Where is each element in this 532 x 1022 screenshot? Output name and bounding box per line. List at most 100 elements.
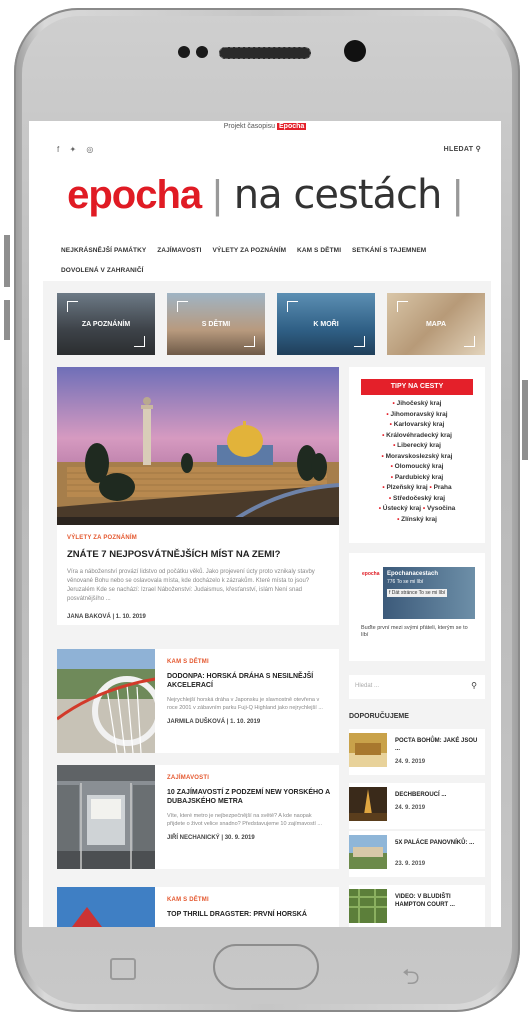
menu-item[interactable]: KAM S DĚTMI [297,247,341,254]
article-title[interactable]: DODONPA: HORSKÁ DRÁHA S NESILNĚJŠÍ AKCEL… [167,672,331,690]
article-card[interactable]: KAM S DĚTMI TOP THRILL DRAGSTER: PRVNÍ H… [57,887,339,927]
menu-item[interactable]: DOVOLENÁ V ZAHRANIČÍ [61,267,144,274]
article-category[interactable]: ZAJÍMAVOSTI [167,775,331,781]
article-date: 1. 10. 2019 [115,614,146,620]
search-icon[interactable]: ⚲ [471,681,477,690]
sensor-dot [178,46,190,58]
region-link[interactable]: Moravskoslezský kraj [386,453,453,460]
category-tile[interactable]: K MOŘI [277,293,375,355]
search-icon: ⚲ [475,146,481,153]
menu-item[interactable]: ZAJÍMAVOSTI [157,247,201,254]
recommended-thumbnail[interactable] [349,733,387,767]
region-link[interactable]: Jihočeský kraj [397,400,442,407]
recommended-thumbnail[interactable] [349,889,387,923]
article-title[interactable]: TOP THRILL DRAGSTER: PRVNÍ HORSKÁ [167,910,331,919]
article-thumbnail[interactable] [57,765,155,869]
category-tile[interactable]: ZA POZNÁNÍM [57,293,155,355]
twitter-icon[interactable]: ✦ [69,145,76,154]
recommended-title[interactable]: VIDEO: V BLUDIŠTI HAMPTON COURT ... [395,893,481,909]
recommended-date: 23. 9. 2019 [395,861,426,867]
featured-image[interactable] [57,367,339,525]
search-link[interactable]: HLEDAT ⚲ [444,145,481,153]
article-excerpt: Nejrychlejší horská dráha v Japonsku je … [167,697,323,711]
article-text: KAM S DĚTMI DODONPA: HORSKÁ DRÁHA S NESI… [167,659,331,725]
article-category[interactable]: VÝLETY ZA POZNÁNÍM [67,535,329,541]
article-text: ZAJÍMAVOSTI 10 ZAJÍMAVOSTÍ Z PODZEMÍ NEW… [167,775,331,841]
instagram-icon[interactable]: ◎ [86,145,93,154]
article-excerpt: Víra a náboženství provází lidstvo od po… [67,569,315,602]
region-link[interactable]: Středočeský kraj [393,495,445,502]
search-input[interactable]: Hledat ... [355,683,379,689]
facebook-icon[interactable]: f [57,145,59,154]
article-thumbnail[interactable] [57,649,155,753]
article-meta: JANA BAKOVÁ | 1. 10. 2019 [67,614,146,620]
region-link[interactable]: Olomoucký kraj [395,463,444,470]
tips-widget: TIPY NA CESTY • Jihočeský kraj • Jihomor… [349,367,485,543]
article-category[interactable]: KAM S DĚTMI [167,659,331,665]
fb-likes: 776 To se mi líbí [387,579,424,585]
promo-banner[interactable]: Projekt časopisu Epocha [29,123,501,133]
fb-note: Buďte první mezi svými přáteli, kterým s… [361,625,468,638]
region-link[interactable]: Jihomoravský kraj [391,411,448,418]
article-title[interactable]: ZNÁTE 7 NEJPOSVÁTNĚJŠÍCH MÍST NA ZEMI? [67,549,329,560]
menu-item[interactable]: SETKÁNÍ S TAJEMNEM [352,247,426,254]
fb-page-name[interactable]: Epochanacestach [387,571,438,577]
menu-item[interactable]: VÝLETY ZA POZNÁNÍM [212,247,286,254]
power-button[interactable] [522,380,528,460]
fb-like-icon: f [389,590,391,596]
article-category[interactable]: KAM S DĚTMI [167,897,331,903]
recommended-item[interactable]: 5X PALÁCE PANOVNÍKŮ: ... 23. 9. 2019 [349,831,485,877]
home-button[interactable] [213,944,319,990]
top-bar: f ✦ ◎ HLEDAT ⚲ [57,145,481,155]
category-tile[interactable]: MAPA [387,293,485,355]
fb-cover[interactable]: epocha Epochanacestach 776 To se mi líbí… [361,567,475,619]
recommended-thumbnail[interactable] [349,787,387,821]
article-author[interactable]: JIŘÍ NECHANICKÝ [167,835,220,841]
sidebar-search[interactable]: Hledat ... ⚲ [349,675,485,699]
region-link[interactable]: Karlovarský kraj [394,421,445,428]
article-date: 30. 9. 2019 [224,835,255,841]
fb-like-button[interactable]: f Dát stránce To se mi líbí [387,589,448,597]
back-icon[interactable]: ⮌ [402,960,420,998]
article-author[interactable]: JANA BAKOVÁ [67,614,111,620]
social-links: f ✦ ◎ [57,145,101,154]
region-link[interactable]: Zlínský kraj [401,516,437,523]
fb-logo: epocha [362,571,380,577]
region-link[interactable]: Pardubický kraj [395,474,443,481]
main-content: ZA POZNÁNÍM S DĚTMI K MOŘI MAPA VÝLETY Z… [43,281,491,927]
recent-apps-icon[interactable] [110,958,136,980]
region-link[interactable]: Vysočina [427,505,455,512]
featured-article[interactable]: VÝLETY ZA POZNÁNÍM ZNÁTE 7 NEJPOSVÁTNĚJŠ… [57,367,339,625]
logo-divider: | [452,173,463,217]
recommended-title[interactable]: 5X PALÁCE PANOVNÍKŮ: ... [395,839,481,847]
region-link[interactable]: Plzeňský kraj [386,484,427,491]
browser-screen: Projekt časopisu Epocha f ✦ ◎ HLEDAT ⚲ e… [29,121,501,927]
article-title[interactable]: 10 ZAJÍMAVOSTÍ Z PODZEMÍ NEW YORSKÉHO A … [167,788,331,806]
category-tile[interactable]: S DĚTMI [167,293,265,355]
recommended-title[interactable]: DECHBEROUCÍ ... [395,791,481,799]
menu-item[interactable]: NEJKRÁSNĚJŠÍ PAMÁTKY [61,247,146,254]
region-link[interactable]: Liberecký kraj [397,442,441,449]
site-logo[interactable]: epocha | na cestách | [29,171,501,219]
volume-button[interactable] [4,235,10,287]
recommended-item[interactable]: VIDEO: V BLUDIŠTI HAMPTON COURT ... [349,885,485,927]
recommended-date: 24. 9. 2019 [395,805,426,811]
article-author[interactable]: JARMILA DUŠKOVÁ [167,719,225,725]
article-thumbnail[interactable] [57,887,155,927]
article-card[interactable]: ZAJÍMAVOSTI 10 ZAJÍMAVOSTÍ Z PODZEMÍ NEW… [57,765,339,869]
region-link[interactable]: Ústecký kraj [383,505,421,512]
bixby-button[interactable] [4,300,10,340]
logo-divider: | [212,173,223,217]
promo-text: Projekt časopisu [223,123,276,130]
recommended-item[interactable]: POCTA BOHŮM: JAKÉ JSOU ... 24. 9. 2019 [349,729,485,775]
recommended-title[interactable]: POCTA BOHŮM: JAKÉ JSOU ... [395,737,481,753]
promo-badge: Epocha [277,123,307,130]
recommended-item[interactable]: DECHBEROUCÍ ... 24. 9. 2019 [349,783,485,829]
front-camera [344,40,366,62]
region-link[interactable]: Praha [434,484,452,491]
recommended-date: 24. 9. 2019 [395,759,426,765]
earpiece-speaker [219,47,311,59]
recommended-thumbnail[interactable] [349,835,387,869]
region-link[interactable]: Královéhradecký kraj [386,432,452,439]
article-card[interactable]: KAM S DĚTMI DODONPA: HORSKÁ DRÁHA S NESI… [57,649,339,753]
